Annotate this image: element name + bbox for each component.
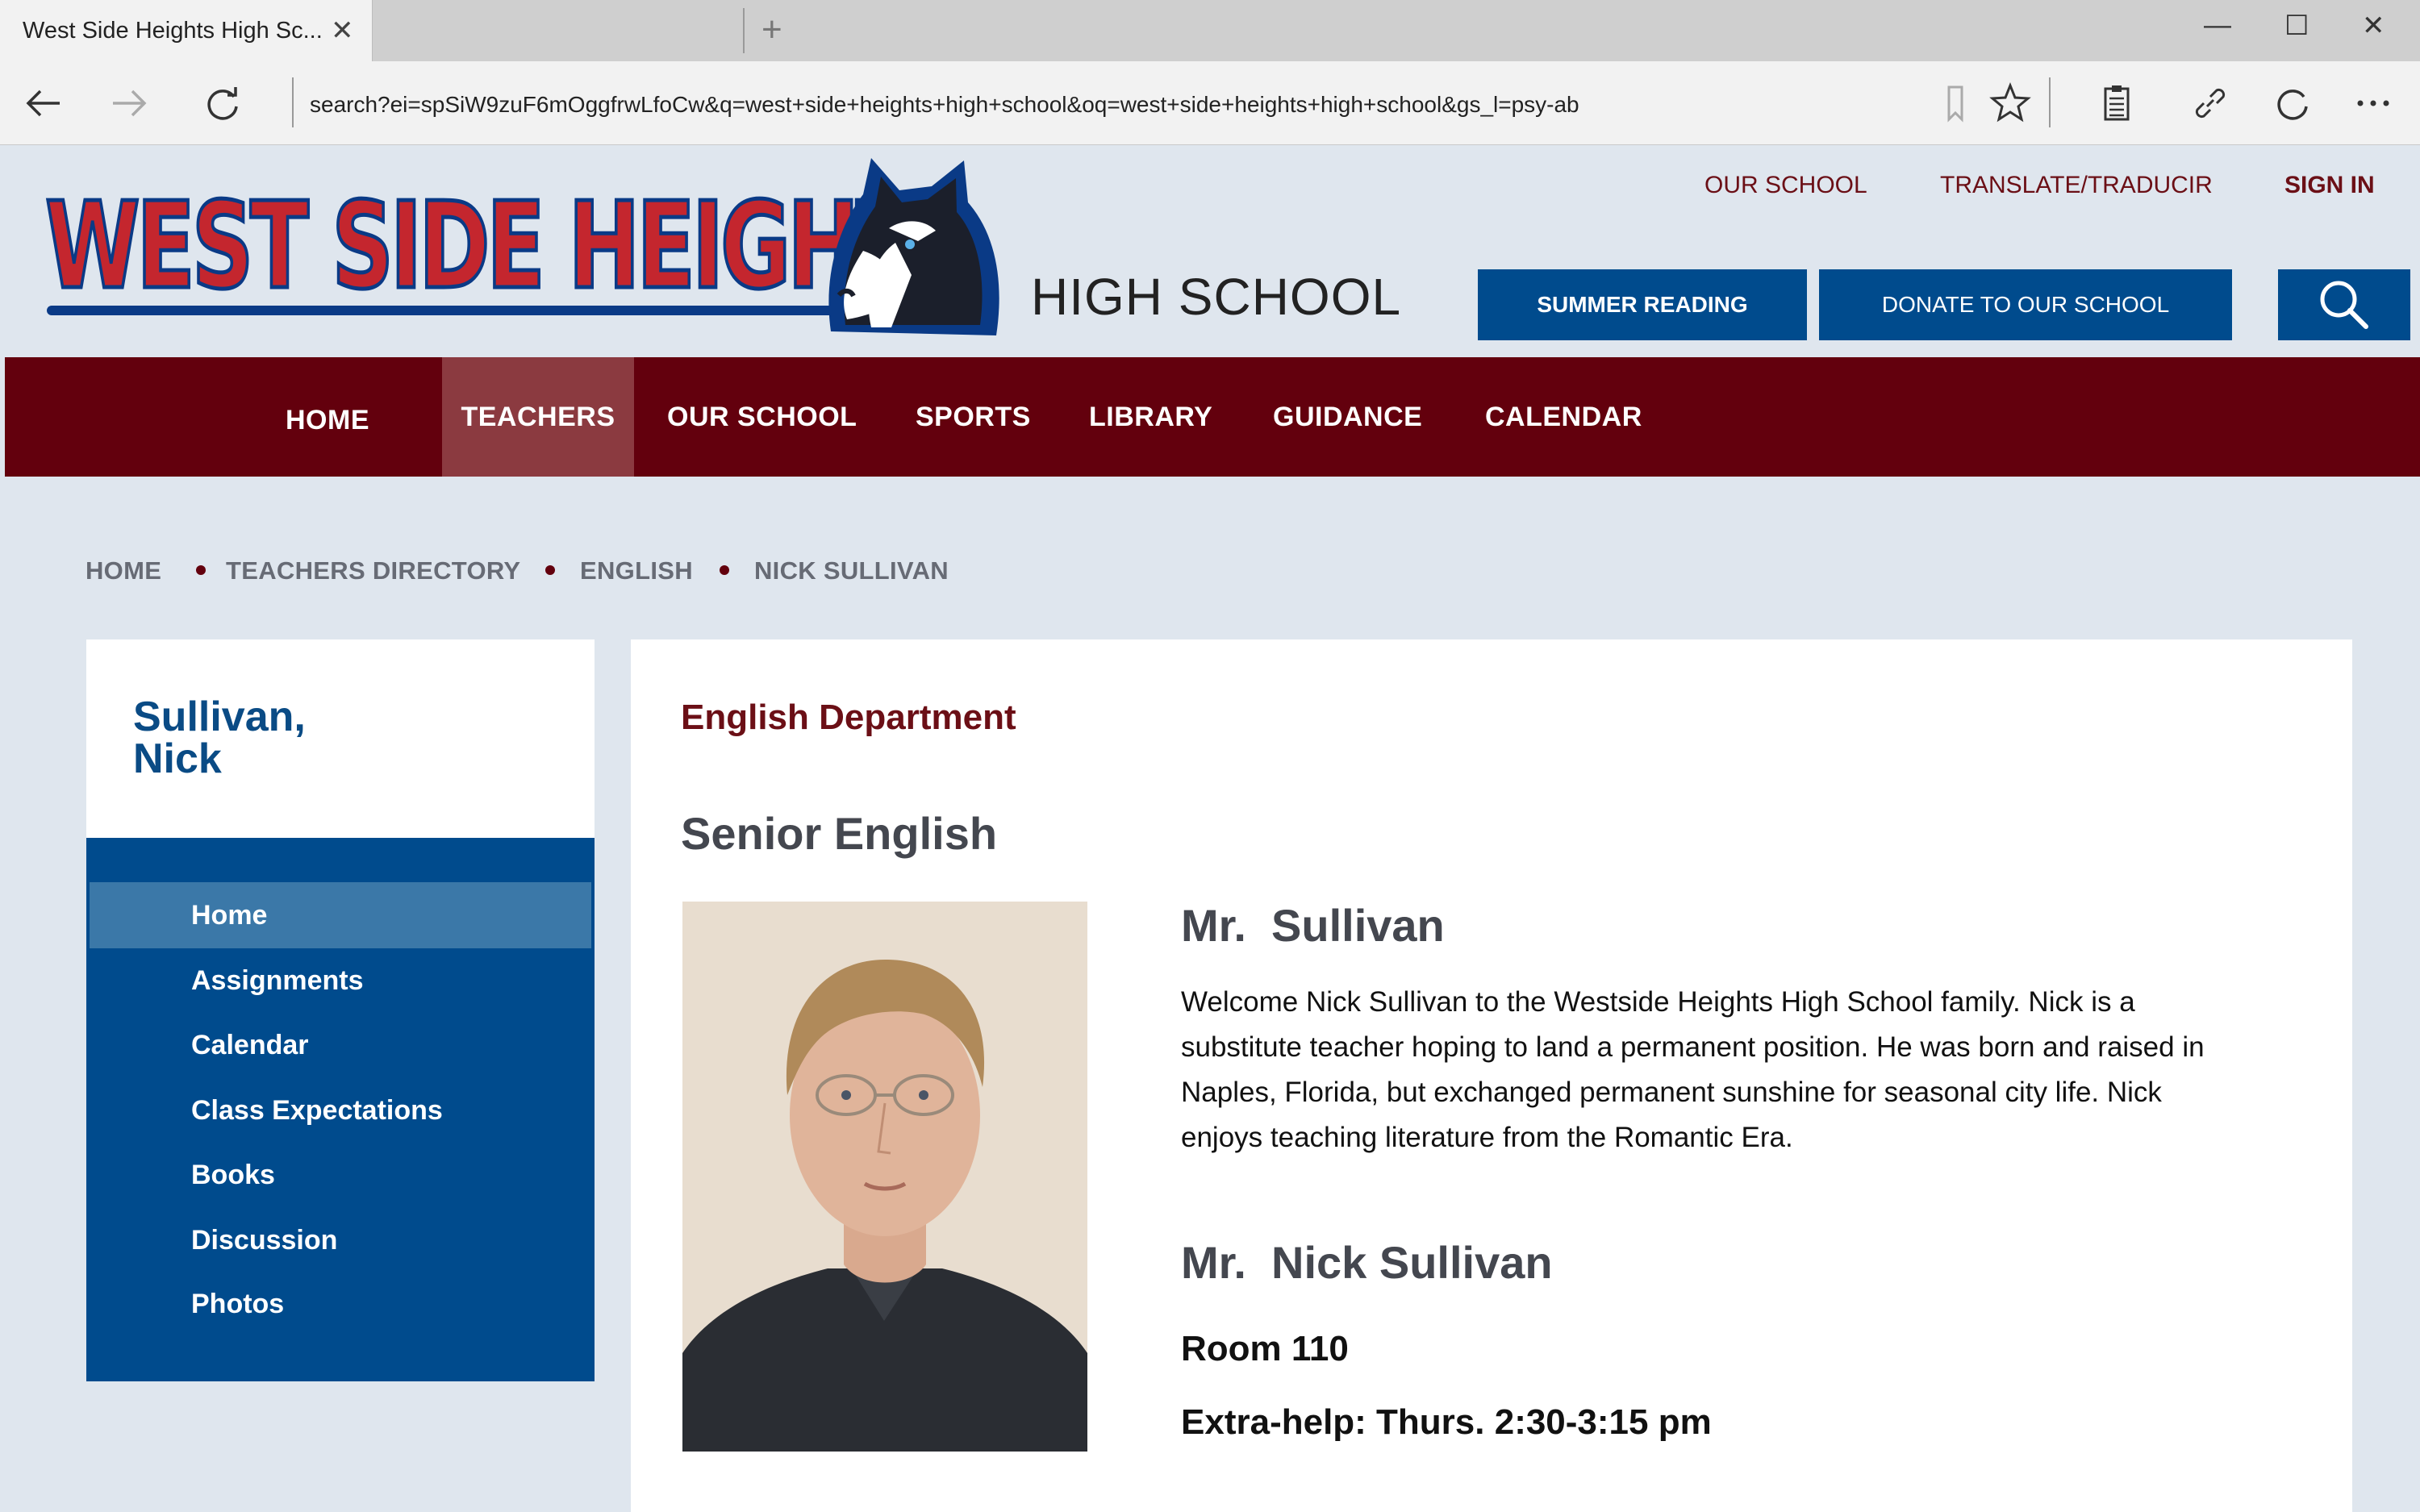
browser-tab[interactable]: West Side Heights High Sc... ✕ xyxy=(0,0,373,61)
share-link-icon[interactable] xyxy=(2186,79,2234,127)
summer-reading-button[interactable]: SUMMER READING xyxy=(1478,269,1807,340)
url-field[interactable]: search?ei=spSiW9zuF6mOggfrwLfoCw&q=west+… xyxy=(310,92,1579,118)
reading-view-icon[interactable] xyxy=(1931,79,1980,127)
sidebar-item-home[interactable]: Home xyxy=(90,882,591,948)
maximize-icon[interactable]: ☐ xyxy=(2284,10,2309,42)
forward-arrow-icon[interactable] xyxy=(105,79,153,127)
url-separator xyxy=(292,77,294,127)
tab-close-icon[interactable]: ✕ xyxy=(331,15,354,47)
search-icon xyxy=(2320,281,2368,329)
main-nav: HOME TEACHERS OUR SCHOOL SPORTS LIBRARY … xyxy=(5,357,2420,477)
extra-help-hours: Extra-help: Thurs. 2:30-3:15 pm xyxy=(1181,1402,1712,1442)
teacher-full-name: Mr. Nick Sullivan xyxy=(1181,1237,1553,1288)
favorite-star-icon[interactable] xyxy=(1986,79,2034,127)
teacher-sidebar: Sullivan, Nick Home Assignments Calendar… xyxy=(86,639,595,1381)
nav-guidance[interactable]: GUIDANCE xyxy=(1273,357,1422,477)
close-window-icon[interactable]: ✕ xyxy=(2362,10,2385,42)
teacher-menu: Home Assignments Calendar Class Expectat… xyxy=(86,838,595,1381)
department-heading: English Department xyxy=(681,698,1016,737)
breadcrumb-separator xyxy=(196,565,206,575)
logo-subtitle: HIGH SCHOOL xyxy=(1031,268,1402,326)
refresh-icon[interactable] xyxy=(198,79,247,127)
sidebar-item-assignments[interactable]: Assignments xyxy=(90,948,591,1014)
site-header: WEST SIDE HEIGHTS HIGH SCHOOL OUR SCHOOL… xyxy=(0,146,2420,357)
top-link-translate[interactable]: TRANSLATE/TRADUCIR xyxy=(1940,172,2213,199)
sidebar-item-books[interactable]: Books xyxy=(90,1142,591,1208)
nav-sports[interactable]: SPORTS xyxy=(916,357,1031,477)
room-number: Room 110 xyxy=(1181,1329,1349,1368)
breadcrumb-english[interactable]: ENGLISH xyxy=(580,556,693,585)
back-arrow-icon[interactable] xyxy=(19,79,68,127)
sign-in-link[interactable]: SIGN IN xyxy=(2284,172,2375,199)
husky-mascot-icon xyxy=(828,158,999,335)
address-bar-row: search?ei=spSiW9zuF6mOggfrwLfoCw&q=west+… xyxy=(0,61,2420,145)
course-heading: Senior English xyxy=(681,808,998,859)
teacher-name-heading: Sullivan, Nick xyxy=(133,694,306,782)
breadcrumb-separator xyxy=(545,565,555,575)
cortana-icon[interactable] xyxy=(2268,79,2317,127)
nav-library[interactable]: LIBRARY xyxy=(1089,357,1212,477)
tab-title: West Side Heights High Sc... xyxy=(23,18,323,44)
teacher-portrait-image xyxy=(682,902,1087,1452)
sidebar-item-photos[interactable]: Photos xyxy=(90,1271,591,1337)
donate-button[interactable]: DONATE TO OUR SCHOOL xyxy=(1819,269,2232,340)
nav-our-school[interactable]: OUR SCHOOL xyxy=(667,357,857,477)
bio-heading: Mr. Sullivan xyxy=(1181,900,1445,951)
breadcrumb-current: NICK SULLIVAN xyxy=(754,556,949,585)
nav-calendar[interactable]: CALENDAR xyxy=(1485,357,1642,477)
sidebar-item-discussion[interactable]: Discussion xyxy=(90,1207,591,1273)
breadcrumb-separator xyxy=(720,565,729,575)
logo-underline xyxy=(47,306,862,315)
new-tab-icon[interactable]: + xyxy=(761,10,782,50)
breadcrumb-teachers-directory[interactable]: TEACHERS DIRECTORY xyxy=(226,556,520,585)
more-options-icon[interactable] xyxy=(2349,79,2397,127)
nav-teachers[interactable]: TEACHERS xyxy=(442,357,634,477)
bio-text: Welcome Nick Sullivan to the Westside He… xyxy=(1181,986,2205,1153)
site-search-button[interactable] xyxy=(2278,269,2410,340)
browser-tab-bar: West Side Heights High Sc... ✕ + — ☐ ✕ xyxy=(0,0,2420,61)
nav-home[interactable]: HOME xyxy=(286,360,369,480)
teacher-profile-content: English Department Senior English Mr. Su… xyxy=(631,639,2352,1512)
sidebar-item-class-expectations[interactable]: Class Expectations xyxy=(90,1077,591,1143)
tab-separator xyxy=(743,8,745,53)
sidebar-item-calendar[interactable]: Calendar xyxy=(90,1012,591,1078)
notes-icon[interactable] xyxy=(2092,79,2141,127)
minimize-icon[interactable]: — xyxy=(2204,10,2231,41)
toolbar-separator xyxy=(2049,77,2051,127)
teacher-photo xyxy=(682,902,1087,1452)
top-link-our-school[interactable]: OUR SCHOOL xyxy=(1704,172,1867,199)
breadcrumb-home[interactable]: HOME xyxy=(86,556,161,585)
